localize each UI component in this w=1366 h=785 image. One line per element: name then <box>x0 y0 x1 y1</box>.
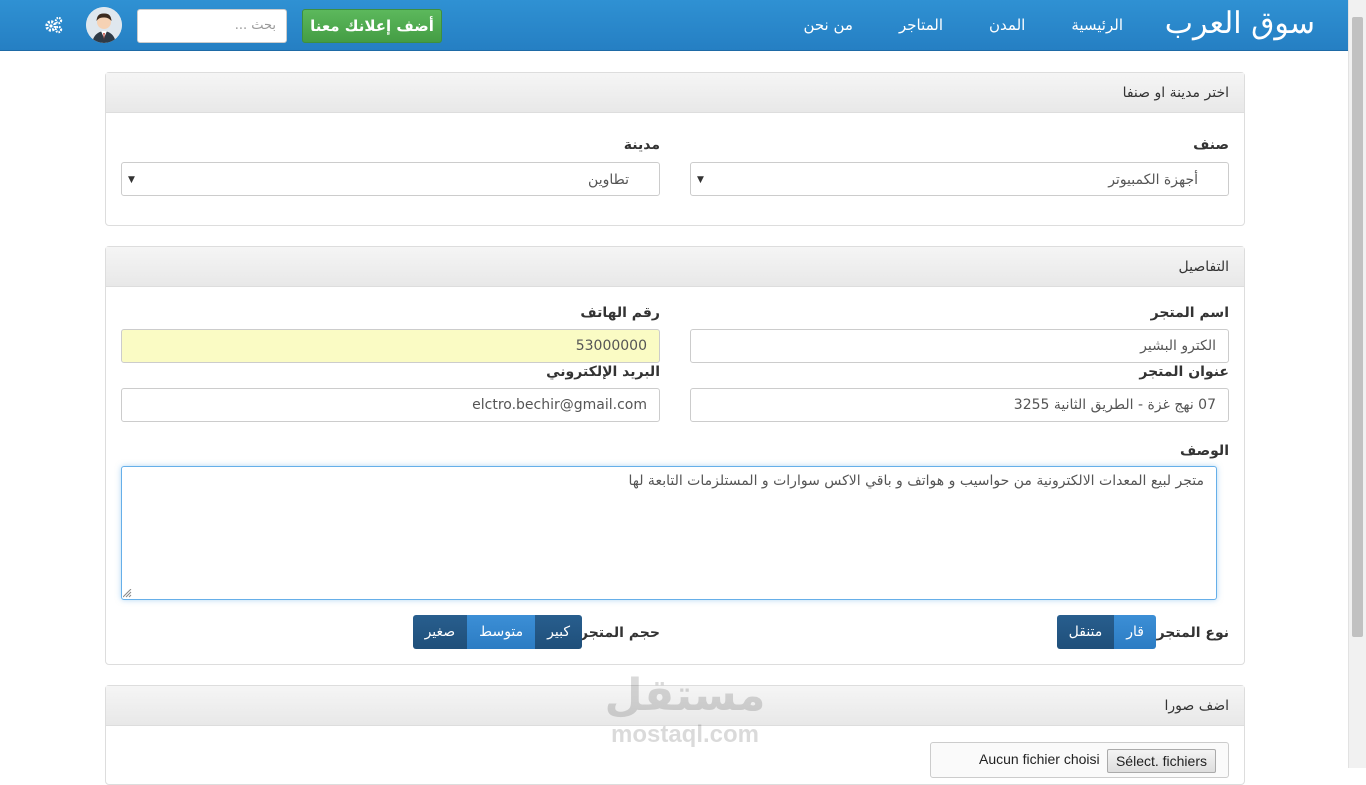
city-select-value: تطاوين <box>588 172 629 188</box>
city-select[interactable]: تطاوين ▼ <box>121 162 660 196</box>
add-ad-button[interactable]: أضف إعلانك معنا <box>302 9 442 43</box>
details-panel-heading: التفاصيل <box>106 247 1244 287</box>
nav-link-home[interactable]: الرئيسية <box>1025 0 1123 50</box>
resize-grip-icon[interactable] <box>123 589 132 598</box>
address-label: عنوان المتجر <box>1139 364 1229 380</box>
store-size-option-large[interactable]: كبير <box>535 615 582 649</box>
dropdown-arrow-icon: ▼ <box>128 175 135 185</box>
page-scrollbar[interactable] <box>1348 0 1366 768</box>
email-field[interactable]: elctro.bechir@gmail.com <box>121 388 660 422</box>
store-name-label: اسم المتجر <box>1150 305 1229 321</box>
brand-logo[interactable]: سوق العرب <box>1165 4 1315 44</box>
store-size-toggle: كبير متوسط صغير <box>412 615 582 649</box>
address-field[interactable]: 07 نهج غزة - الطريق الثانية 3255 <box>690 388 1229 422</box>
file-upload-field[interactable]: Sélect. fichiers Aucun fichier choisi <box>930 742 1229 778</box>
email-label: البريد الإلكتروني <box>546 364 660 380</box>
file-status-text: Aucun fichier choisi <box>979 751 1100 767</box>
store-type-toggle: قار متنقل <box>1056 615 1156 649</box>
details-panel: التفاصيل اسم المتجر الكترو البشير رقم ال… <box>105 246 1245 665</box>
phone-field[interactable]: 53000000 <box>121 329 660 363</box>
store-type-label: نوع المتجر <box>1156 625 1229 641</box>
filter-panel-heading: اختر مدينة او صنفا <box>106 73 1244 113</box>
store-name-field[interactable]: الكترو البشير <box>690 329 1229 363</box>
category-label: صنف <box>1193 137 1229 153</box>
filter-panel: اختر مدينة او صنفا صنف أجهزة الكمبيوتر ▼… <box>105 72 1245 226</box>
main-nav: الرئيسية المدن المتاجر من نحن <box>757 0 1123 50</box>
select-files-button[interactable]: Sélect. fichiers <box>1106 749 1216 773</box>
settings-cogs-icon[interactable] <box>44 15 64 35</box>
avatar[interactable] <box>86 7 122 43</box>
nav-link-about[interactable]: من نحن <box>757 0 853 50</box>
search-input[interactable]: بحث ... <box>137 9 287 43</box>
scrollbar-thumb[interactable] <box>1352 17 1363 637</box>
store-type-option-fixed[interactable]: قار <box>1114 615 1156 649</box>
nav-link-stores[interactable]: المتاجر <box>853 0 943 50</box>
user-avatar-icon <box>86 7 122 43</box>
nav-link-cities[interactable]: المدن <box>943 0 1025 50</box>
dropdown-arrow-icon: ▼ <box>697 175 704 185</box>
store-type-option-mobile[interactable]: متنقل <box>1056 615 1115 649</box>
watermark-arabic: مستقل <box>604 670 766 721</box>
description-textarea[interactable]: متجر لبيع المعدات الالكترونية من حواسيب … <box>121 466 1217 600</box>
city-label: مدينة <box>623 137 660 153</box>
top-navbar: سوق العرب الرئيسية المدن المتاجر من نحن … <box>0 0 1349 51</box>
category-select[interactable]: أجهزة الكمبيوتر ▼ <box>690 162 1229 196</box>
email-field-value: elctro.bechir@gmail.com <box>472 397 647 413</box>
watermark-logo: مستقل mostaql.com <box>600 670 770 755</box>
description-text: متجر لبيع المعدات الالكترونية من حواسيب … <box>628 473 1205 489</box>
store-size-option-medium[interactable]: متوسط <box>467 615 536 649</box>
watermark-latin: mostaql.com <box>610 721 760 748</box>
phone-label: رقم الهاتف <box>580 305 660 321</box>
store-size-option-small[interactable]: صغير <box>412 615 468 649</box>
store-size-label: حجم المتجر <box>580 625 660 641</box>
description-label: الوصف <box>1179 443 1229 459</box>
category-select-value: أجهزة الكمبيوتر <box>1108 172 1198 188</box>
